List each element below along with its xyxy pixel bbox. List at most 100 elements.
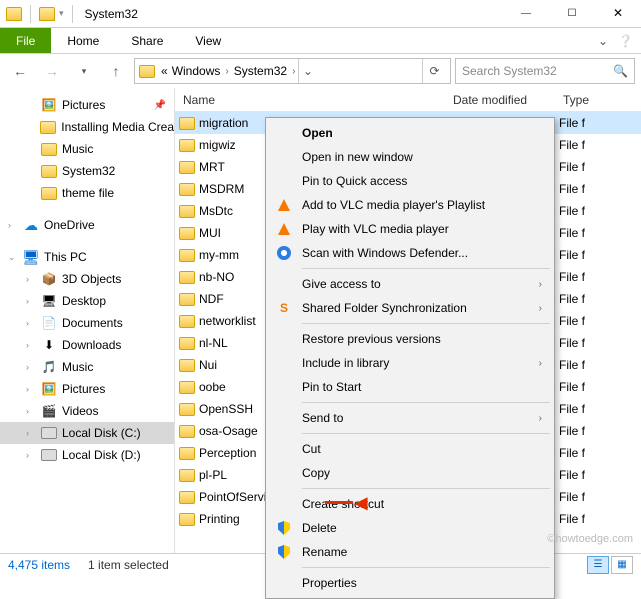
shield-icon xyxy=(278,521,290,535)
menu-include-library[interactable]: Include in library› xyxy=(268,351,552,375)
file-type: File f xyxy=(555,138,641,152)
folder-icon xyxy=(179,249,195,262)
chevron-right-icon: › xyxy=(539,358,542,369)
menu-open[interactable]: Open xyxy=(268,121,552,145)
menu-pin-start[interactable]: Pin to Start xyxy=(268,375,552,399)
menu-give-access[interactable]: Give access to› xyxy=(268,272,552,296)
sidebar-item-desktop[interactable]: ›🖥Desktop xyxy=(0,290,174,312)
folder-icon xyxy=(179,293,195,306)
sidebar-item-downloads[interactable]: ›⬇Downloads xyxy=(0,334,174,356)
menu-vlc-add[interactable]: Add to VLC media player's Playlist xyxy=(268,193,552,217)
chevron-right-icon[interactable]: › xyxy=(222,66,231,77)
sidebar-item-pictures[interactable]: 🖼️Pictures📌 xyxy=(0,94,174,116)
sidebar-item-music[interactable]: Music xyxy=(0,138,174,160)
chevron-right-icon[interactable]: › xyxy=(289,66,298,77)
view-details-button[interactable]: ☰ xyxy=(587,556,609,574)
column-name[interactable]: Name xyxy=(175,93,445,107)
file-type: File f xyxy=(555,182,641,196)
file-type: File f xyxy=(555,248,641,262)
menu-pin-quick-access[interactable]: Pin to Quick access xyxy=(268,169,552,193)
sidebar-item-documents[interactable]: ›📄Documents xyxy=(0,312,174,334)
column-type[interactable]: Type xyxy=(555,93,641,107)
minimize-button[interactable]: — xyxy=(503,0,549,28)
menu-open-new-window[interactable]: Open in new window xyxy=(268,145,552,169)
nav-bar: ← → ▾ ↑ « Windows › System32 › ⌄ ⟳ Searc… xyxy=(0,54,641,88)
folder-icon xyxy=(179,491,195,504)
file-type: File f xyxy=(555,468,641,482)
sidebar-item-pictures2[interactable]: ›🖼️Pictures xyxy=(0,378,174,400)
column-date[interactable]: Date modified xyxy=(445,93,555,107)
sidebar-item-installing[interactable]: Installing Media Crea xyxy=(0,116,174,138)
menu-create-shortcut[interactable]: Create shortcut xyxy=(268,492,552,516)
tab-share[interactable]: Share xyxy=(115,28,179,53)
app-folder-icon xyxy=(6,7,22,21)
sidebar-item-onedrive[interactable]: ›☁OneDrive xyxy=(0,214,174,236)
menu-send-to[interactable]: Send to› xyxy=(268,406,552,430)
menu-delete[interactable]: Delete xyxy=(268,516,552,540)
sidebar-item-locald[interactable]: ›Local Disk (D:) xyxy=(0,444,174,466)
sidebar-item-3dobjects[interactable]: ›📦3D Objects xyxy=(0,268,174,290)
column-headers[interactable]: Name Date modified Type xyxy=(175,88,641,112)
sidebar-item-videos[interactable]: ›🎬Videos xyxy=(0,400,174,422)
sidebar-item-theme[interactable]: theme file xyxy=(0,182,174,204)
address-folder-icon xyxy=(139,65,155,78)
sidebar-item-music2[interactable]: ›🎵Music xyxy=(0,356,174,378)
forward-button[interactable]: → xyxy=(38,58,66,84)
recent-dropdown-icon[interactable]: ▾ xyxy=(70,58,98,84)
ribbon-collapse-icon[interactable]: ⌄ ❔ xyxy=(598,28,641,53)
folder-icon xyxy=(179,513,195,526)
folder-icon xyxy=(179,161,195,174)
folder-icon xyxy=(179,315,195,328)
file-type: File f xyxy=(555,336,641,350)
up-button[interactable]: ↑ xyxy=(102,58,130,84)
search-icon[interactable]: 🔍 xyxy=(613,64,628,78)
qat-overflow-icon[interactable]: ▾ xyxy=(59,8,64,19)
sync-icon: S xyxy=(274,298,294,318)
disk-icon xyxy=(41,427,57,439)
refresh-button[interactable]: ⟳ xyxy=(422,59,446,83)
context-menu: Open Open in new window Pin to Quick acc… xyxy=(265,117,555,599)
folder-icon xyxy=(179,359,195,372)
breadcrumb-system32[interactable]: System32 xyxy=(232,64,289,78)
folder-icon xyxy=(179,227,195,240)
address-bar[interactable]: « Windows › System32 › ⌄ ⟳ xyxy=(134,58,451,84)
menu-defender-scan[interactable]: Scan with Windows Defender... xyxy=(268,241,552,265)
menu-shared-sync[interactable]: SShared Folder Synchronization› xyxy=(268,296,552,320)
navigation-pane: 🖼️Pictures📌 Installing Media Crea Music … xyxy=(0,88,175,553)
chevron-right-icon: › xyxy=(539,413,542,424)
tab-file[interactable]: File xyxy=(0,28,51,53)
tab-home[interactable]: Home xyxy=(51,28,115,53)
view-icons-button[interactable]: ▦ xyxy=(611,556,633,574)
menu-rename[interactable]: Rename xyxy=(268,540,552,564)
folder-icon xyxy=(179,183,195,196)
tab-view[interactable]: View xyxy=(179,28,237,53)
sidebar-item-system32[interactable]: System32 xyxy=(0,160,174,182)
shield-icon xyxy=(278,545,290,559)
chevron-right-icon: › xyxy=(539,303,542,314)
status-item-count: 4,475 items xyxy=(8,558,70,572)
folder-icon xyxy=(179,425,195,438)
folder-icon xyxy=(179,403,195,416)
sidebar-item-thispc[interactable]: ⌄🖥This PC xyxy=(0,246,174,268)
menu-vlc-play[interactable]: Play with VLC media player xyxy=(268,217,552,241)
maximize-button[interactable]: ☐ xyxy=(549,0,595,28)
breadcrumb-prefix[interactable]: « xyxy=(159,64,170,78)
close-button[interactable]: ✕ xyxy=(595,0,641,28)
qat-folder-icon[interactable] xyxy=(39,7,55,21)
window-title: System32 xyxy=(85,7,138,21)
folder-icon xyxy=(179,205,195,218)
folder-icon xyxy=(179,447,195,460)
folder-icon xyxy=(179,381,195,394)
breadcrumb-windows[interactable]: Windows xyxy=(170,64,223,78)
search-input[interactable]: Search System32 🔍 xyxy=(455,58,635,84)
address-dropdown-icon[interactable]: ⌄ xyxy=(298,59,316,83)
menu-copy[interactable]: Copy xyxy=(268,461,552,485)
menu-restore-versions[interactable]: Restore previous versions xyxy=(268,327,552,351)
chevron-right-icon: › xyxy=(539,279,542,290)
menu-cut[interactable]: Cut xyxy=(268,437,552,461)
folder-icon xyxy=(179,271,195,284)
sidebar-item-localc[interactable]: ›Local Disk (C:) xyxy=(0,422,174,444)
file-type: File f xyxy=(555,402,641,416)
file-type: File f xyxy=(555,204,641,218)
back-button[interactable]: ← xyxy=(6,58,34,84)
